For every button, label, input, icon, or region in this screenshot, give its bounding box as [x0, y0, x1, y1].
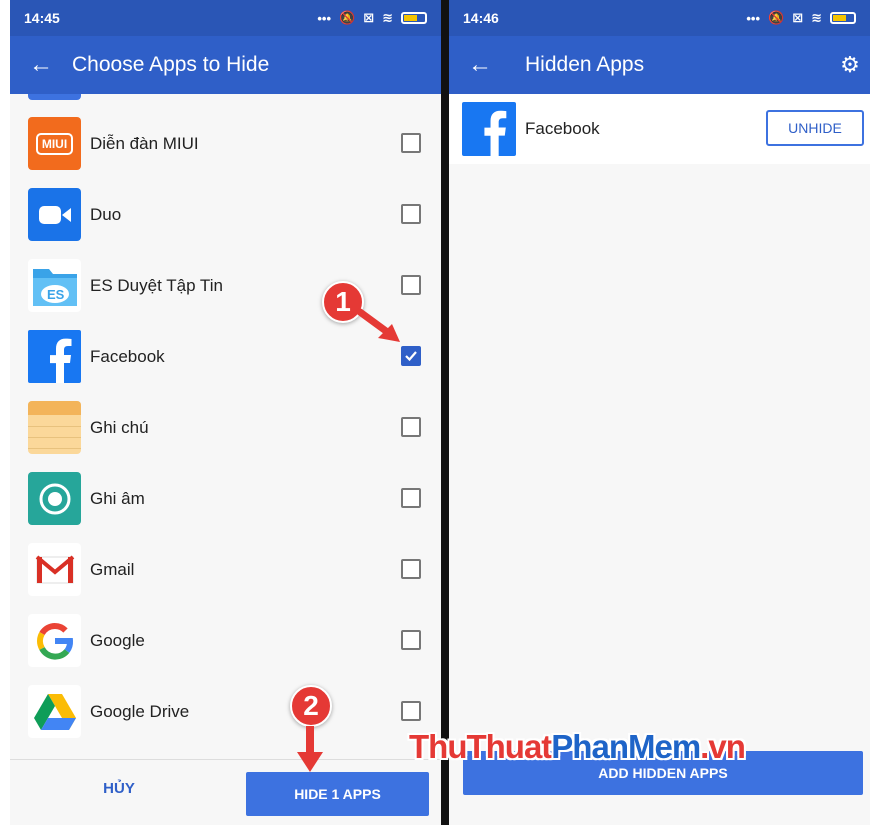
miui-forum-icon: MIUI — [28, 117, 81, 170]
page-title: Choose Apps to Hide — [72, 53, 270, 76]
battery-icon — [830, 12, 856, 24]
recorder-icon — [28, 472, 81, 525]
app-bar: ← Hidden Apps ⚙ — [449, 36, 870, 94]
battery-icon — [401, 12, 427, 24]
app-name: Google — [90, 631, 145, 650]
checkbox-checked[interactable] — [401, 346, 421, 366]
google-icon — [28, 614, 81, 667]
hide-apps-button[interactable]: HIDE 1 APPS — [246, 772, 429, 816]
svg-text:ES: ES — [47, 287, 65, 302]
status-bar: 14:45 ••• 🔕 ⊠ ≋ — [10, 0, 441, 36]
more-icon: ••• — [317, 10, 331, 26]
app-name: Ghi âm — [90, 489, 145, 508]
app-name: Facebook — [90, 347, 165, 366]
cancel-button[interactable]: HỦY — [74, 780, 164, 797]
status-icons: ••• 🔕 ⊠ ≋ — [746, 10, 856, 26]
mute-icon: 🔕 — [339, 10, 356, 25]
facebook-icon — [462, 102, 516, 156]
gmail-icon — [28, 543, 81, 596]
status-time: 14:46 — [463, 10, 499, 26]
list-item[interactable]: Google — [10, 605, 441, 676]
list-item[interactable]: Ghi chú — [10, 392, 441, 463]
sim-icon: ⊠ — [363, 10, 375, 25]
app-name: Google Drive — [90, 702, 190, 721]
hidden-apps-screen: 14:46 ••• 🔕 ⊠ ≋ ← Hidden Apps ⚙ Facebook… — [449, 0, 870, 825]
app-bar: ← Choose Apps to Hide — [10, 36, 441, 94]
app-name: Facebook — [525, 119, 600, 138]
mute-icon: 🔕 — [768, 10, 785, 25]
app-name: Diễn đàn MIUI — [90, 134, 199, 153]
choose-apps-screen: 14:45 ••• 🔕 ⊠ ≋ ← Choose Apps to Hide MI… — [10, 0, 441, 825]
wifi-icon: ≋ — [811, 10, 822, 25]
more-icon: ••• — [746, 10, 760, 26]
checkbox[interactable] — [401, 559, 421, 579]
app-name: Ghi chú — [90, 418, 149, 437]
es-file-explorer-icon: ES — [28, 259, 81, 312]
list-item[interactable]: Ghi âm — [10, 463, 441, 534]
screen-divider — [441, 0, 449, 825]
list-item[interactable]: MIUI Diễn đàn MIUI — [10, 108, 441, 179]
back-arrow-icon[interactable]: ← — [10, 51, 72, 79]
unhide-button[interactable]: UNHIDE — [766, 110, 864, 146]
page-title: Hidden Apps — [525, 53, 645, 76]
checkbox[interactable] — [401, 133, 421, 153]
watermark: ThuThuatPhanMem.vn — [409, 728, 746, 765]
app-list[interactable]: MIUI Diễn đàn MIUI Duo ES ES Duyệt Tập T… — [10, 94, 441, 759]
hidden-app-item: Facebook UNHIDE — [449, 94, 870, 164]
partial-app-icon — [28, 94, 81, 100]
step-2-badge: 2 — [290, 685, 332, 727]
arrow-down-icon — [297, 726, 323, 772]
gear-icon[interactable]: ⚙ — [830, 52, 870, 78]
status-bar: 14:46 ••• 🔕 ⊠ ≋ — [449, 0, 870, 36]
bottom-action-bar: HỦY HIDE 1 APPS — [10, 759, 441, 825]
back-arrow-icon[interactable]: ← — [449, 51, 511, 79]
list-item[interactable]: Gmail — [10, 534, 441, 605]
checkbox[interactable] — [401, 275, 421, 295]
facebook-icon — [28, 330, 81, 383]
checkbox[interactable] — [401, 630, 421, 650]
app-name: ES Duyệt Tập Tin — [90, 276, 223, 295]
google-drive-icon — [28, 685, 81, 738]
list-item[interactable]: Google Drive — [10, 676, 441, 747]
app-name: Duo — [90, 205, 122, 224]
duo-video-icon — [28, 188, 81, 241]
checkbox[interactable] — [401, 701, 421, 721]
notes-icon — [28, 401, 81, 454]
checkbox[interactable] — [401, 417, 421, 437]
checkmark-icon — [405, 351, 417, 362]
status-icons: ••• 🔕 ⊠ ≋ — [317, 10, 427, 26]
checkbox[interactable] — [401, 204, 421, 224]
list-item[interactable]: Duo — [10, 179, 441, 250]
wifi-icon: ≋ — [382, 10, 393, 25]
checkbox[interactable] — [401, 488, 421, 508]
sim-icon: ⊠ — [792, 10, 804, 25]
status-time: 14:45 — [24, 10, 60, 26]
app-name: Gmail — [90, 560, 135, 579]
arrow-pointer-icon — [356, 308, 400, 342]
